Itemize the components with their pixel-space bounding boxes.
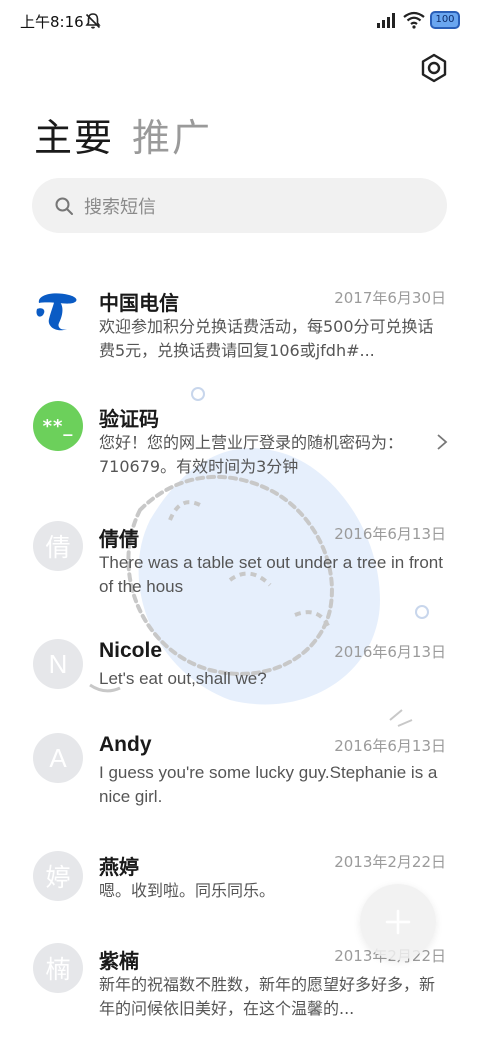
tab-bar: 主要 推广: [34, 112, 230, 164]
message-preview: 欢迎参加积分兑换话费活动，每500分可兑换话费5元，兑换话费请回复106或jfd…: [99, 317, 434, 360]
new-message-button[interactable]: [360, 884, 436, 960]
avatar: 婷: [33, 851, 83, 901]
list-item[interactable]: 中国电信 2017年6月30日 欢迎参加积分兑换话费活动，每500分可兑换话费5…: [0, 265, 480, 375]
search-input[interactable]: 搜索短信: [32, 178, 447, 233]
search-placeholder: 搜索短信: [84, 196, 156, 218]
message-preview: 新年的祝福数不胜数，新年的愿望好多好多，新年的问候依旧美好，在这个温馨的...: [99, 975, 436, 1018]
list-item[interactable]: 倩 倩倩 2016年6月13日 There was a table set ou…: [0, 509, 480, 609]
message-date: 2016年6月13日: [334, 525, 446, 543]
wifi-icon: [403, 11, 425, 29]
battery-level: 100: [435, 14, 455, 25]
contact-name: 中国电信: [99, 291, 179, 315]
gear-icon[interactable]: [418, 52, 450, 84]
message-date: 2013年2月22日: [334, 853, 446, 871]
message-preview: Let's eat out,shall we?: [99, 669, 267, 688]
status-bar: 上午8:16 100: [0, 0, 480, 42]
mute-icon: [85, 13, 101, 29]
message-date: 2016年6月13日: [334, 737, 446, 755]
list-item[interactable]: A Andy 2016年6月13日 I guess you're some lu…: [0, 727, 480, 827]
message-date: 2016年6月13日: [334, 643, 446, 661]
contact-name: 紫楠: [99, 949, 139, 973]
contact-name: 倩倩: [99, 527, 139, 551]
battery-icon: 100: [430, 11, 460, 29]
contact-name: Nicole: [99, 639, 163, 662]
contact-name: 验证码: [99, 407, 159, 431]
message-preview: I guess you're some lucky guy.Stephanie …: [99, 763, 438, 806]
message-date: 2017年6月30日: [334, 289, 446, 307]
tab-promotions[interactable]: 推广: [132, 112, 212, 164]
list-item[interactable]: **_ 验证码 您好！您的网上营业厅登录的随机密码为：710679。有效时间为3…: [0, 387, 480, 487]
contact-name: 燕婷: [99, 855, 139, 879]
avatar: N: [33, 639, 83, 689]
signal-icon: [377, 13, 395, 28]
tab-primary[interactable]: 主要: [34, 112, 114, 164]
avatar: A: [33, 733, 83, 783]
chevron-right-icon: [437, 434, 448, 450]
message-preview: There was a table set out under a tree i…: [99, 553, 443, 596]
avatar: 楠: [33, 943, 83, 993]
china-telecom-logo-icon: [33, 285, 83, 335]
message-preview: 您好！您的网上营业厅登录的随机密码为：710679。有效时间为3分钟: [99, 433, 404, 476]
search-icon: [55, 197, 73, 215]
avatar: 倩: [33, 521, 83, 571]
status-time: 上午8:16: [20, 13, 84, 31]
contact-name: Andy: [99, 733, 152, 756]
list-item[interactable]: N Nicole 2016年6月13日 Let's eat out,shall …: [0, 631, 480, 703]
avatar: **_: [33, 401, 83, 451]
plus-icon: [385, 909, 411, 935]
